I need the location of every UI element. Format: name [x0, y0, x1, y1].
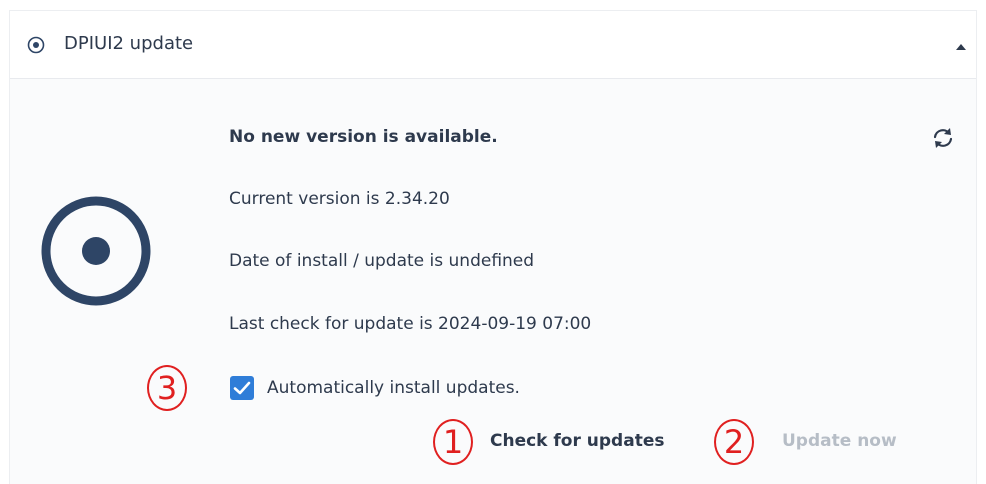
- panel-title: DPIUI2 update: [64, 33, 194, 54]
- auto-install-label[interactable]: Automatically install updates.: [267, 376, 520, 400]
- install-date-text: Date of install / update is undefined: [229, 251, 535, 271]
- radio-dot-icon: [27, 36, 45, 54]
- auto-install-checkbox[interactable]: [230, 376, 254, 400]
- refresh-icon[interactable]: [930, 125, 956, 151]
- checkmark-icon: [233, 381, 251, 395]
- annotation-marker-1-label: 1: [442, 423, 464, 461]
- caret-up-icon[interactable]: [954, 40, 968, 54]
- panel-header[interactable]: DPIUI2 update: [10, 11, 976, 79]
- status-headline: No new version is available.: [229, 127, 498, 147]
- annotation-marker-2: 2: [714, 419, 754, 465]
- annotation-marker-3: 3: [147, 365, 187, 411]
- annotation-marker-2-label: 2: [723, 423, 745, 461]
- annotation-marker-1: 1: [433, 419, 473, 465]
- check-for-updates-button[interactable]: Check for updates: [490, 428, 664, 454]
- update-now-button[interactable]: Update now: [782, 428, 897, 454]
- current-version-text: Current version is 2.34.20: [229, 189, 450, 209]
- update-panel: DPIUI2 update No new version is availabl…: [9, 10, 977, 484]
- status-radio-icon: [41, 196, 151, 306]
- last-check-text: Last check for update is 2024-09-19 07:0…: [229, 314, 592, 334]
- annotation-marker-3-label: 3: [156, 369, 178, 407]
